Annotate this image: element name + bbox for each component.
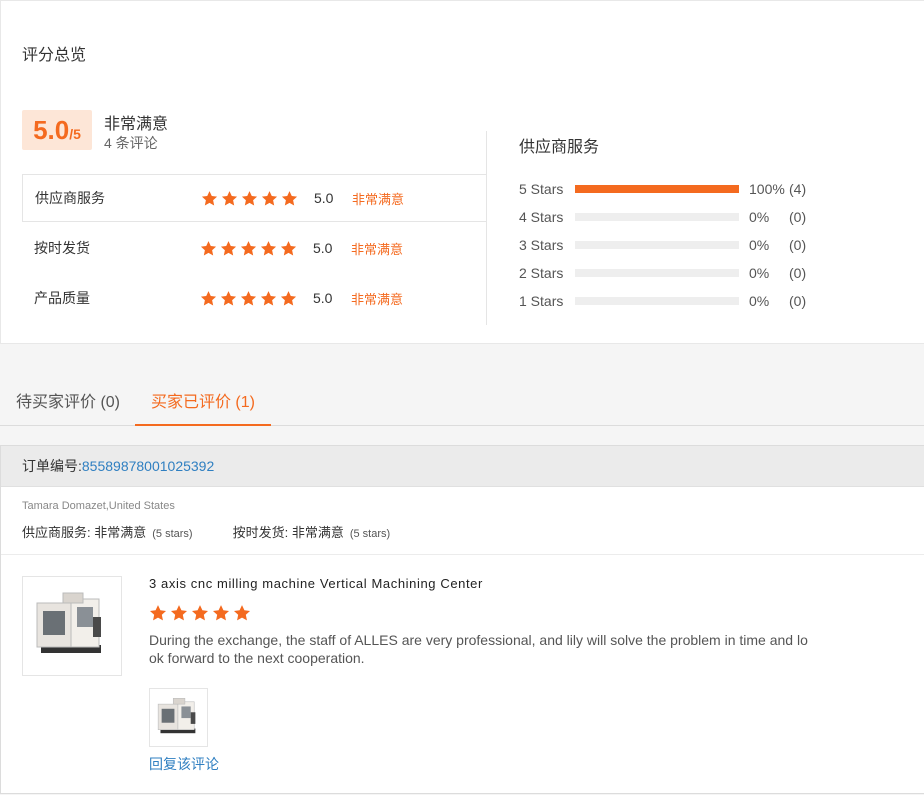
star-icon: [149, 605, 167, 621]
distribution-label: 5 Stars: [519, 181, 564, 197]
review-tabs: 待买家评价 (0) 买家已评价 (1): [0, 380, 924, 426]
star-icon: [200, 240, 217, 255]
rating-score: 5.0: [314, 190, 334, 206]
buyer-rating-note: (5 stars): [349, 528, 391, 540]
distribution-percent: 0%: [749, 265, 770, 281]
rating-row-delivery: 按时发货 5.0 非常满意: [22, 224, 487, 272]
star-icon: [280, 240, 297, 255]
distribution-row-3: 3 Stars 0% (0): [519, 235, 819, 255]
star-icon: [261, 190, 278, 205]
rating-label: 按时发货: [34, 240, 90, 256]
overall-score-suffix: /5: [69, 126, 81, 142]
buyer-rating-label: 供应商服务:: [22, 525, 95, 540]
distribution-count: (4): [789, 181, 807, 197]
distribution-row-1: 1 Stars 0% (0): [519, 291, 819, 311]
star-icon: [191, 605, 209, 621]
distribution-bar: [575, 297, 739, 305]
buyer-ratings: 供应商服务: 非常满意 (5 stars) 按时发货: 非常满意 (5 stars): [22, 522, 430, 541]
product-title[interactable]: 3 axis cnc milling machine Vertical Mach…: [149, 576, 483, 591]
star-icon: [221, 190, 238, 205]
star-icon: [241, 190, 258, 205]
buyer-rating-value: 非常满意: [291, 525, 344, 540]
distribution-percent: 100%: [749, 181, 785, 197]
review-count: 4 条评论: [104, 135, 158, 151]
rating-word: 非常满意: [351, 291, 404, 307]
distribution-count: (0): [789, 293, 807, 309]
tab-completed-reviews[interactable]: 买家已评价 (1): [135, 380, 271, 426]
buyer-rating-note: (5 stars): [152, 528, 193, 540]
rating-row-service: 供应商服务 5.0 非常满意: [22, 174, 487, 222]
order-number-label: 订单编号:: [22, 458, 82, 474]
star-icon: [170, 605, 188, 621]
rating-word: 非常满意: [352, 191, 405, 207]
distribution-bar: [575, 269, 739, 277]
review-card: 订单编号: 85589878001025392 Tamara Domazet,U…: [0, 445, 924, 794]
star-icon: [240, 240, 257, 255]
review-photo[interactable]: [149, 688, 208, 747]
review-text: During the exchange, the staff of ALLES …: [149, 632, 808, 666]
distribution-bar: [575, 185, 739, 193]
distribution-label: 1 Stars: [519, 293, 564, 309]
rating-summary-card: 评分总览 5.0 /5 非常满意 4 条评论 供应商服务 5.0 非常满意 按时…: [0, 0, 924, 344]
overall-score: 5.0: [33, 115, 70, 145]
overall-score-badge: 5.0 /5: [22, 110, 92, 150]
star-icon: [240, 290, 257, 305]
order-bar: 订单编号: 85589878001025392: [1, 446, 924, 487]
star-icon: [200, 290, 217, 305]
star-icon: [220, 240, 237, 255]
rating-stars: [200, 290, 313, 307]
distribution-label: 2 Stars: [519, 265, 564, 281]
rating-stars: [201, 190, 314, 207]
rating-label: 产品质量: [34, 290, 90, 306]
cnc-machine-image: [157, 698, 196, 734]
buyer-rating-label: 按时发货:: [232, 525, 292, 540]
rating-score: 5.0: [313, 240, 333, 256]
reply-review-link[interactable]: 回复该评论: [149, 754, 219, 774]
distribution-count: (0): [789, 209, 807, 225]
distribution-count: (0): [789, 237, 807, 253]
buyer-rating-delivery: 按时发货: 非常满意 (5 stars): [233, 522, 391, 541]
distribution-label: 3 Stars: [519, 237, 564, 253]
rating-word: 非常满意: [351, 241, 404, 257]
buyer-rating-service: 供应商服务: 非常满意 (5 stars): [22, 522, 193, 541]
distribution-percent: 0%: [749, 209, 770, 225]
product-thumbnail[interactable]: [22, 576, 122, 676]
overall-rating-label: 非常满意: [104, 116, 169, 133]
star-icon: [220, 290, 237, 305]
star-icon: [281, 190, 298, 205]
distribution-row-4: 4 Stars 0% (0): [519, 207, 819, 227]
distribution-row-2: 2 Stars 0% (0): [519, 263, 819, 283]
distribution-bar: [575, 241, 739, 249]
rating-stars: [200, 240, 313, 257]
star-icon: [260, 240, 277, 255]
summary-title: 评分总览: [22, 47, 87, 64]
buyer-name: Tamara Domazet,United States: [22, 500, 175, 512]
distribution-fill: [575, 185, 739, 193]
rating-score: 5.0: [313, 290, 333, 306]
distribution-percent: 0%: [749, 293, 770, 309]
distribution-row-5: 5 Stars 100% (4): [519, 179, 819, 199]
distribution-count: (0): [789, 265, 807, 281]
rating-label: 供应商服务: [35, 190, 105, 206]
star-icon: [201, 190, 218, 205]
buyer-rating-value: 非常满意: [94, 525, 147, 540]
tab-pending-reviews[interactable]: 待买家评价 (0): [16, 380, 120, 426]
review-divider: [1, 554, 924, 555]
star-icon: [260, 290, 277, 305]
rating-row-quality: 产品质量 5.0 非常满意: [22, 274, 487, 322]
star-icon: [233, 605, 251, 621]
cnc-machine-image: [36, 592, 101, 653]
distribution-label: 4 Stars: [519, 209, 564, 225]
star-icon: [280, 290, 297, 305]
distribution-percent: 0%: [749, 237, 770, 253]
star-icon: [212, 605, 230, 621]
order-number-link[interactable]: 85589878001025392: [82, 458, 214, 474]
distribution-bar: [575, 213, 739, 221]
review-stars: [149, 604, 251, 622]
distribution-title: 供应商服务: [519, 139, 600, 156]
